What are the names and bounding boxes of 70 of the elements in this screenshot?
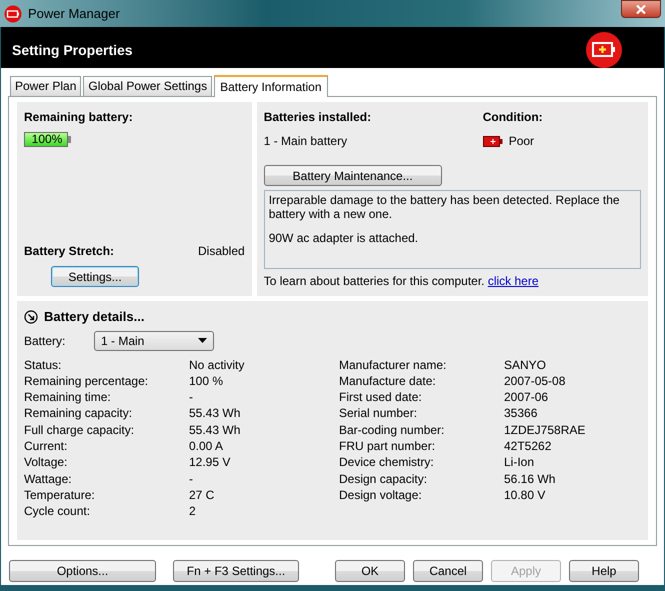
field-value: - — [189, 470, 193, 487]
tab[interactable]: Battery Information — [214, 75, 328, 97]
condition-value: Poor — [508, 133, 534, 150]
field-value: SANYO — [504, 356, 546, 373]
collapse-icon[interactable] — [24, 310, 38, 324]
field-label: Bar-coding number: — [339, 422, 446, 438]
field-value: 55.43 Wh — [189, 405, 240, 422]
tab[interactable]: Global Power Settings — [83, 76, 212, 96]
field-label: Full charge capacity: — [24, 422, 136, 438]
field-label: Cycle count: — [24, 503, 92, 520]
field-label: Design voltage: — [339, 486, 423, 504]
dialog-button[interactable]: Options... — [9, 560, 156, 582]
battery-icon — [482, 136, 503, 146]
field-label: Status: — [24, 356, 62, 373]
battery-stretch-value: Disabled — [198, 243, 245, 260]
field-label: Voltage: — [24, 454, 68, 471]
message-box: Irreparable damage to the battery has been detected. Replace the battery with a new one. 90W ac adapter is attached. — [264, 190, 641, 269]
dialog-button[interactable]: Help — [569, 560, 639, 582]
window-title: Power Manager — [28, 4, 120, 23]
battery-icon — [4, 4, 22, 22]
close-icon — [636, 4, 646, 14]
field-value: 55.43 Wh — [189, 422, 240, 438]
field-label: Remaining percentage: — [24, 372, 150, 390]
battery-maintenance-button[interactable]: Battery Maintenance... — [264, 165, 442, 186]
field-label: Device chemistry: — [339, 454, 435, 471]
field-label: Remaining capacity: — [24, 405, 134, 422]
field-value: 42T5262 — [504, 438, 552, 454]
click-here-link[interactable]: click here — [488, 274, 539, 288]
field-value: No activity — [189, 356, 244, 373]
battery-details-title: Battery details... — [44, 308, 144, 326]
tab[interactable]: Power Plan — [10, 76, 82, 96]
field-value: 1ZDEJ758RAE — [504, 422, 586, 438]
field-label: Design capacity: — [339, 470, 428, 487]
battery-label: Battery: — [24, 332, 66, 350]
field-value: Li-Ion — [504, 454, 534, 471]
field-value: 56.16 Wh — [504, 470, 556, 487]
field-label: First used date: — [339, 389, 423, 406]
dialog-button[interactable]: OK — [335, 560, 405, 582]
battery-dropdown[interactable]: 1 - Main — [94, 330, 214, 350]
field-label: Manufacture date: — [339, 372, 437, 390]
close-button[interactable] — [621, 0, 661, 18]
field-label: Manufacturer name: — [339, 356, 448, 373]
field-value: 10.80 V — [504, 486, 546, 504]
learn-text: To learn about batteries for this computer. — [264, 274, 484, 288]
settings-button[interactable]: Settings... — [51, 266, 139, 287]
batteries-installed-label: Batteries installed: — [264, 109, 372, 126]
field-label: Wattage: — [24, 470, 73, 487]
battery-percentage: 100% — [30, 133, 64, 146]
field-value: 27 C — [189, 486, 214, 504]
installed-battery-name: 1 - Main battery — [264, 133, 348, 150]
dialog-button[interactable]: Fn + F3 Settings... — [173, 560, 299, 582]
field-value: 35366 — [504, 405, 538, 422]
dropdown-arrow-icon — [198, 338, 207, 343]
battery-stretch-label: Battery Stretch: — [24, 243, 116, 260]
field-label: Current: — [24, 438, 68, 454]
field-value: 2007-06 — [504, 389, 548, 406]
field-label: FRU part number: — [339, 438, 436, 454]
field-label: Remaining time: — [24, 389, 112, 406]
field-value: 0.00 A — [189, 438, 224, 454]
field-label: Temperature: — [24, 486, 96, 504]
dialog-button[interactable]: Cancel — [413, 560, 483, 582]
field-value: 2007-05-08 — [504, 372, 566, 390]
field-value: 2 — [189, 503, 196, 520]
remaining-battery-label: Remaining battery: — [24, 109, 134, 126]
field-value: 12.95 V — [189, 454, 230, 471]
field-label: Serial number: — [339, 405, 418, 422]
header-title: Setting Properties — [12, 41, 133, 60]
condition-label: Condition: — [482, 109, 543, 126]
field-value: - — [189, 389, 193, 406]
field-value: 100 % — [189, 372, 224, 390]
